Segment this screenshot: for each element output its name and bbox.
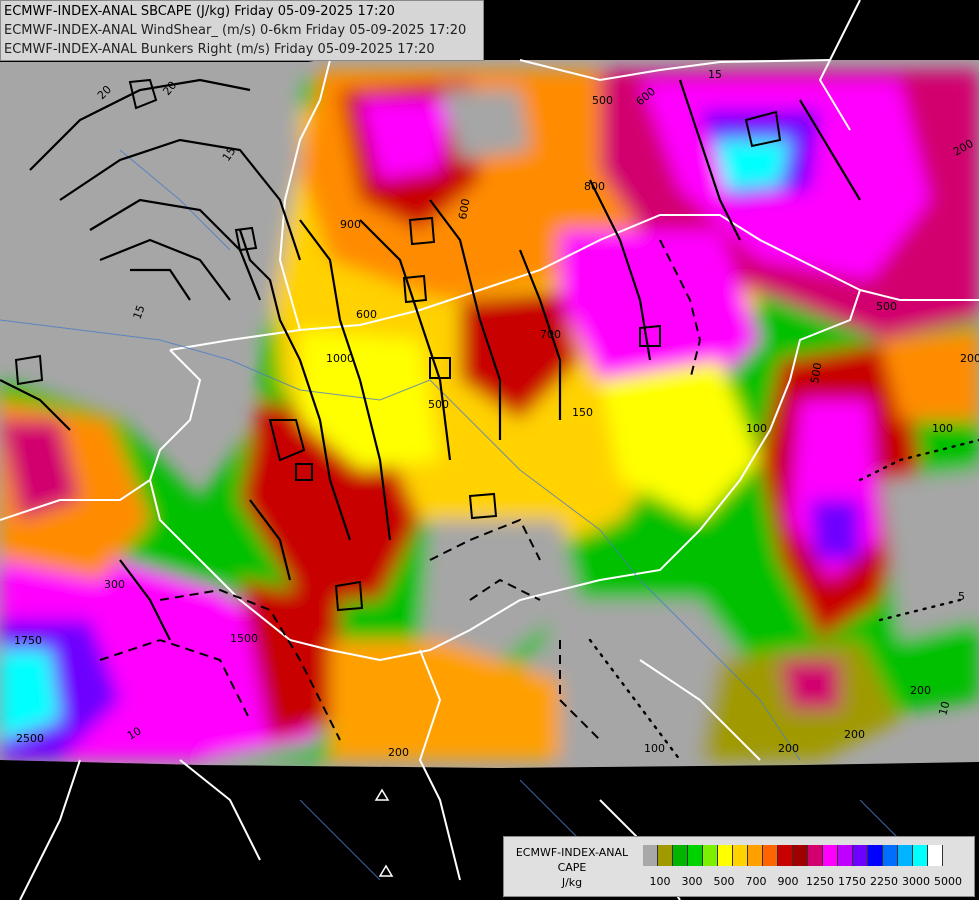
legend-tick-label: 3000 <box>902 875 930 888</box>
legend-swatch <box>748 845 763 866</box>
contour-label: 5 <box>958 590 965 603</box>
contour-label: 500 <box>428 398 449 411</box>
legend-tick-label: 100 <box>649 875 671 888</box>
legend-title-variable: CAPE <box>557 861 587 874</box>
map-title-box: ECMWF-INDEX-ANAL SBCAPE (J/kg) Friday 05… <box>0 0 484 61</box>
contour-label: 200 <box>388 746 409 759</box>
legend-swatch <box>823 845 838 866</box>
legend-swatch <box>928 845 943 866</box>
legend-swatch <box>688 845 703 866</box>
legend-swatch <box>838 845 853 866</box>
legend-tick-label: 900 <box>777 875 799 888</box>
contour-label: 200 <box>844 728 865 741</box>
legend-swatch <box>853 845 868 866</box>
legend-swatch <box>883 845 898 866</box>
contour-label: 200 <box>910 684 931 697</box>
legend-swatch <box>658 845 673 866</box>
legend-tick-label: 1750 <box>838 875 866 888</box>
legend-tick-label: 300 <box>681 875 703 888</box>
legend-swatch <box>793 845 808 866</box>
contour-label: 800 <box>584 180 605 193</box>
contour-label: 200 <box>778 742 799 755</box>
legend-swatch <box>763 845 778 866</box>
contour-label: 200 <box>960 352 979 365</box>
contour-label: 300 <box>104 578 125 591</box>
legend-swatch <box>703 845 718 866</box>
legend-swatch <box>913 845 928 866</box>
legend-swatch <box>733 845 748 866</box>
legend-swatch <box>673 845 688 866</box>
legend-color-bar <box>643 845 943 866</box>
legend-swatch <box>718 845 733 866</box>
contour-label: 1750 <box>14 634 42 647</box>
contour-label: 900 <box>340 218 361 231</box>
contour-label: 100 <box>644 742 665 755</box>
legend-swatch <box>643 845 658 866</box>
legend-title-model: ECMWF-INDEX-ANAL <box>515 846 629 859</box>
legend-tick-label: 1250 <box>806 875 834 888</box>
cape-legend: ECMWF-INDEX-ANAL CAPE J/kg 100 300 500 700 9… <box>503 836 975 897</box>
contour-label: 100 <box>932 422 953 435</box>
contour-label: 600 <box>356 308 377 321</box>
contour-label: 1000 <box>326 352 354 365</box>
title-sbcape: ECMWF-INDEX-ANAL SBCAPE (J/kg) Friday 05… <box>4 4 395 19</box>
legend-swatch <box>778 845 793 866</box>
contour-label: 2500 <box>16 732 44 745</box>
legend-title: ECMWF-INDEX-ANAL CAPE J/kg <box>506 845 638 890</box>
legend-tick-labels: 100 300 500 700 900 1250 1750 2250 3000 5000 <box>643 875 973 889</box>
title-windshear: ECMWF-INDEX-ANAL WindShear_ (m/s) 0-6km … <box>4 23 467 38</box>
contour-label: 15 <box>708 68 722 81</box>
legend-tick-label: 700 <box>745 875 767 888</box>
contour-label: 1500 <box>230 632 258 645</box>
legend-swatch <box>898 845 913 866</box>
title-bunkers: ECMWF-INDEX-ANAL Bunkers Right (m/s) Fri… <box>4 42 435 57</box>
legend-tick-label: 2250 <box>870 875 898 888</box>
legend-tick-label: 5000 <box>934 875 962 888</box>
legend-swatch <box>868 845 883 866</box>
weather-map: 20 20 15 15 15 500 600 900 600 600 1000 … <box>0 0 979 900</box>
legend-tick-label: 500 <box>713 875 735 888</box>
contour-label: 100 <box>746 422 767 435</box>
legend-title-unit: J/kg <box>561 876 583 889</box>
contour-label: 700 <box>540 328 561 341</box>
contour-label: 500 <box>876 300 897 313</box>
legend-swatch <box>808 845 823 866</box>
contour-label: 150 <box>572 406 593 419</box>
contour-label: 500 <box>592 94 613 107</box>
